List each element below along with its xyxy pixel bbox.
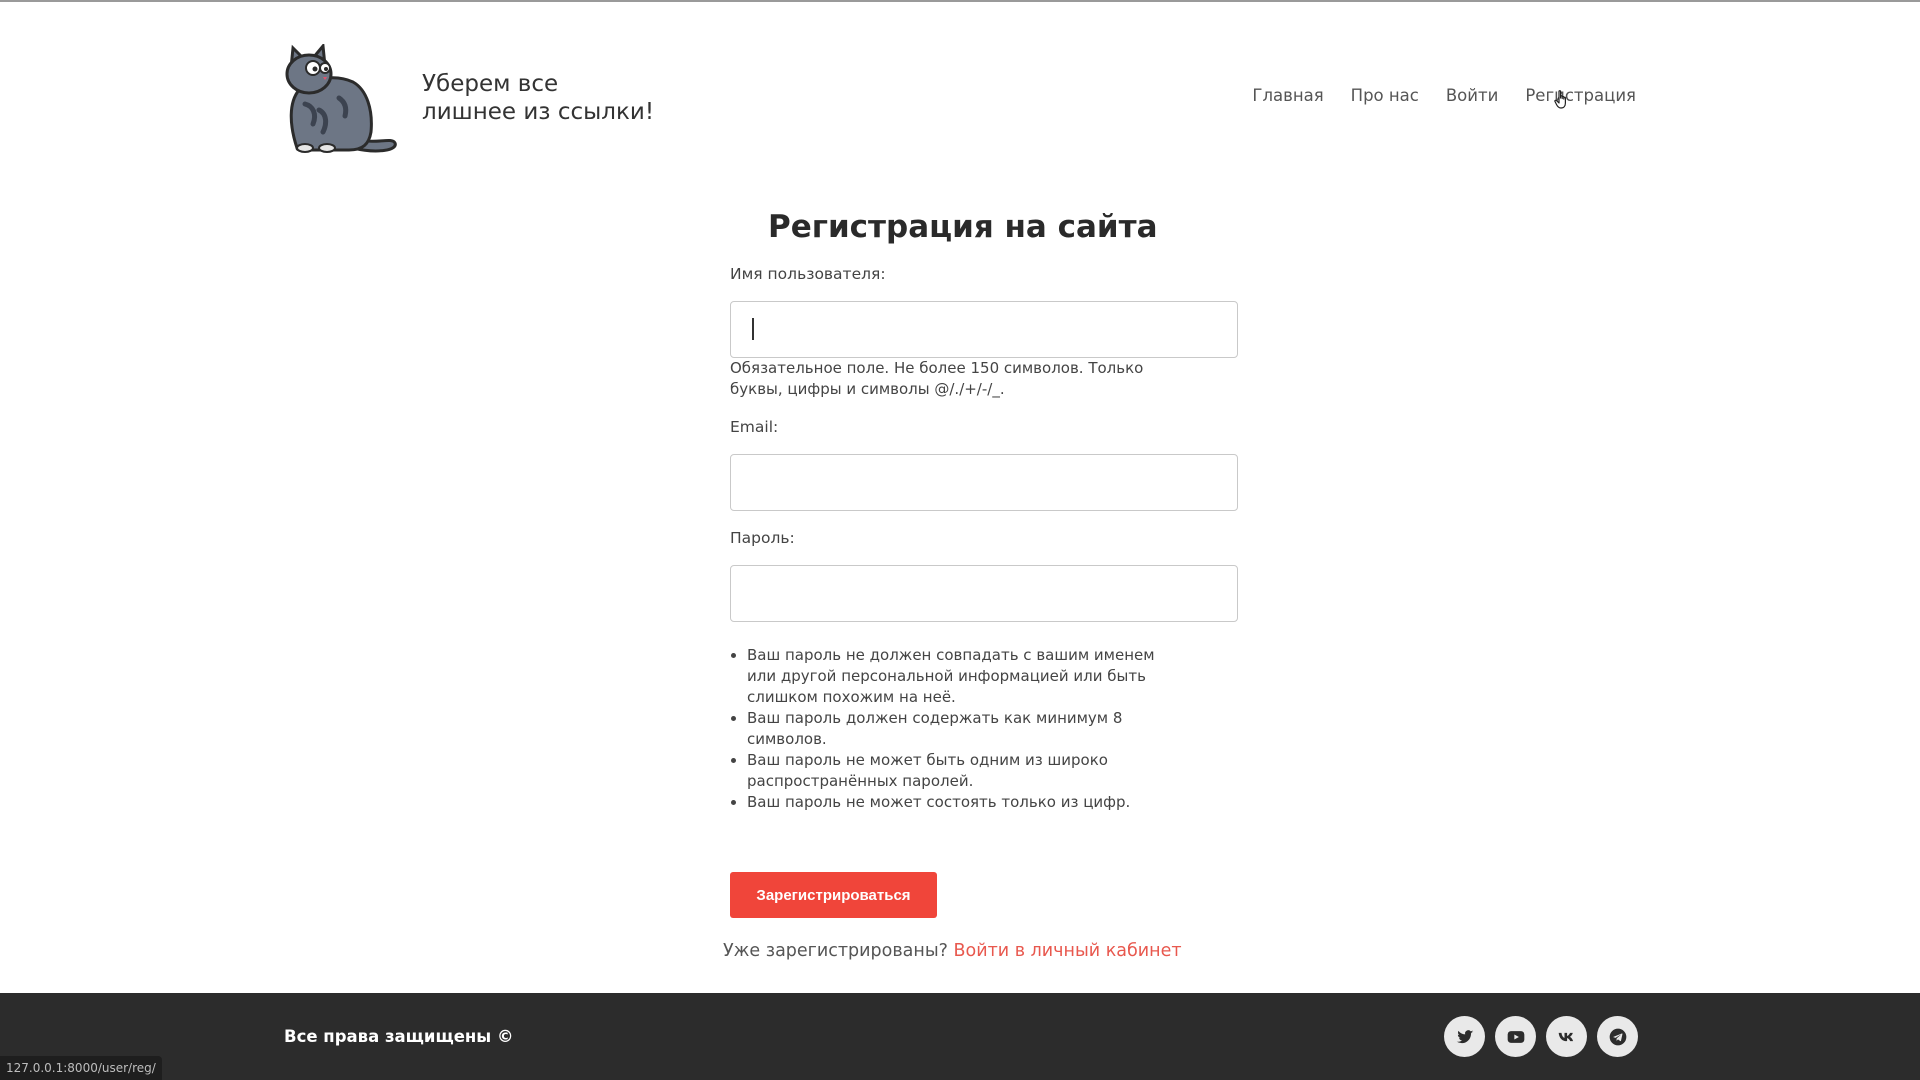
email-input[interactable] <box>730 454 1238 511</box>
nav-register[interactable]: Регистрация <box>1525 86 1636 105</box>
text-caret <box>752 318 754 340</box>
password-input[interactable] <box>730 565 1238 622</box>
register-button[interactable]: Зарегистрироваться <box>730 872 937 918</box>
pointer-cursor-icon <box>1554 90 1566 109</box>
twitter-icon[interactable] <box>1444 1016 1485 1057</box>
site-header: Уберем все лишнее из ссылки! Главная Про… <box>283 44 1636 156</box>
password-rule: Ваш пароль не может состоять только из ц… <box>747 792 1177 813</box>
browser-status-url: 127.0.0.1:8000/user/reg/ <box>0 1056 162 1080</box>
nav-home[interactable]: Главная <box>1252 86 1323 105</box>
main-nav: Главная Про нас Войти Регистрация <box>1252 86 1636 105</box>
youtube-icon[interactable] <box>1495 1016 1536 1057</box>
login-link[interactable]: Войти в личный кабинет <box>954 941 1182 961</box>
password-label: Пароль: <box>730 529 795 547</box>
email-label: Email: <box>730 418 779 436</box>
username-help-line-2: буквы, цифры и символы @/./+/-/_. <box>730 380 1005 398</box>
page-title: Регистрация на сайта <box>768 209 1158 245</box>
password-rules-list: Ваш пароль не должен совпадать с вашим и… <box>747 645 1177 813</box>
username-help-line-1: Обязательное поле. Не более 150 символов… <box>730 359 1144 377</box>
vk-icon[interactable] <box>1546 1016 1587 1057</box>
already-registered: Уже зарегистрированы? Войти в личный каб… <box>723 941 1182 961</box>
telegram-icon[interactable] <box>1597 1016 1638 1057</box>
copyright-text: Все права защищены © <box>284 1027 514 1046</box>
already-registered-text: Уже зарегистрированы? <box>723 941 948 961</box>
registration-form: Регистрация на сайта Имя пользователя: О… <box>723 205 1240 961</box>
top-border <box>0 0 1920 2</box>
username-label: Имя пользователя: <box>730 265 886 283</box>
tagline-line-2: лишнее из ссылки! <box>422 99 655 125</box>
tagline-line-1: Уберем все <box>422 71 559 97</box>
site-tagline: Уберем все лишнее из ссылки! <box>422 70 682 126</box>
username-input[interactable] <box>730 301 1238 358</box>
username-help-text: Обязательное поле. Не более 150 символов… <box>730 358 1200 400</box>
password-rule: Ваш пароль должен содержать как минимум … <box>747 708 1177 750</box>
site-footer: Все права защищены © <box>0 993 1920 1080</box>
password-rule: Ваш пароль не может быть одним из широко… <box>747 750 1177 792</box>
social-links <box>1444 1016 1638 1057</box>
nav-login[interactable]: Войти <box>1446 86 1498 105</box>
nav-about[interactable]: Про нас <box>1351 86 1419 105</box>
password-rule: Ваш пароль не должен совпадать с вашим и… <box>747 645 1177 708</box>
cat-logo-icon[interactable] <box>283 44 399 156</box>
